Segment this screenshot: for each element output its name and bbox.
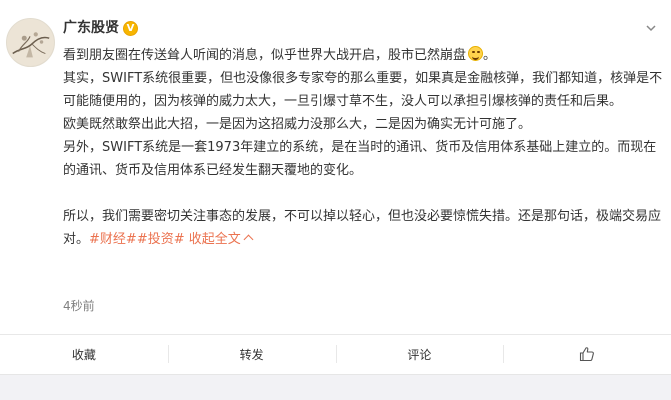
chevron-down-icon[interactable] [645, 22, 657, 34]
favorite-button[interactable]: 收藏 [0, 335, 168, 373]
comment-button[interactable]: 评论 [335, 335, 504, 373]
avatar-image [7, 19, 54, 66]
chevron-up-icon [243, 234, 254, 245]
avatar[interactable] [6, 18, 55, 67]
paragraph-text: 。 [483, 48, 497, 63]
action-bar: 收藏 转发 评论 [0, 335, 671, 373]
repost-button[interactable]: 转发 [167, 335, 336, 373]
weibo-post-card: 广东股贤 V 看到朋友圈在传送耸人听闻的消息，似乎世界大战开启，股市已然崩盘 。 … [0, 0, 671, 400]
paragraph-text: 看到朋友圈在传送耸人听闻的消息，似乎世界大战开启，股市已然崩盘 [63, 48, 467, 63]
thumbs-up-icon [580, 347, 595, 362]
paragraph: 另外，SWIFT系统是一套1973年建立的系统，是在当时的通讯、货币及信用体系基… [63, 140, 657, 178]
paragraph: 所以，我们需要密切关注事态的发展，不可以掉以轻心，但也没必要惊慌失措。还是那句话… [63, 205, 663, 251]
repost-label: 转发 [239, 347, 264, 362]
hashtag-link[interactable]: #财经# [89, 232, 137, 247]
hashtag-link[interactable]: #投资# [137, 232, 185, 247]
collapse-full-text-link[interactable]: 收起全文 [188, 232, 254, 247]
laugh-cry-emoji-icon [468, 46, 484, 61]
paragraph: 其实，SWIFT系统很重要，但也没像很多专家夸的那么重要，如果真是金融核弹，我们… [63, 71, 663, 109]
post-header: 广东股贤 V [63, 18, 138, 38]
author-name[interactable]: 广东股贤 [63, 18, 119, 38]
paragraph: 欧美既然敢祭出此大招，一是因为这招威力没那么大，二是因为确实无计可施了。 [63, 117, 532, 132]
collapse-label: 收起全文 [188, 232, 241, 247]
post-body: 看到朋友圈在传送耸人听闻的消息，似乎世界大战开启，股市已然崩盘 。 其实，SWIF… [63, 44, 663, 251]
like-button[interactable] [503, 335, 671, 373]
feed-separator [0, 374, 671, 400]
post-timestamp[interactable]: 4秒前 [63, 298, 95, 314]
paragraph: 看到朋友圈在传送耸人听闻的消息，似乎世界大战开启，股市已然崩盘 。 [63, 44, 663, 67]
verified-v-icon: V [123, 20, 138, 36]
comment-label: 评论 [407, 347, 432, 362]
favorite-label: 收藏 [71, 347, 96, 362]
